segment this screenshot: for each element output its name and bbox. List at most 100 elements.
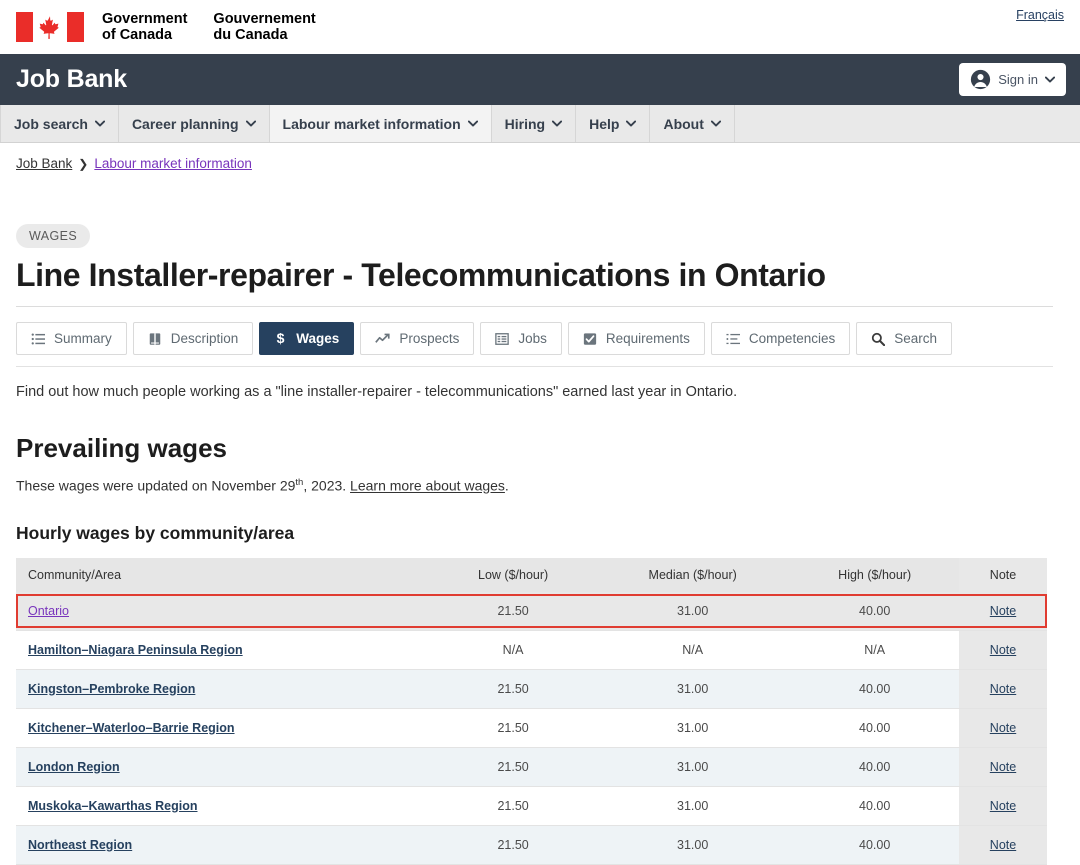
wages-updated-text: These wages were updated on November 29t…: [16, 477, 1064, 494]
nav-item-job-search[interactable]: Job search: [0, 105, 119, 142]
nav-label: Career planning: [131, 115, 239, 132]
section-tabs: Summary Description $ Wages Prospects Jo…: [16, 322, 1064, 355]
list-icon: [31, 332, 45, 345]
note-link[interactable]: Note: [990, 604, 1016, 618]
note-link[interactable]: Note: [990, 643, 1016, 657]
cell-median: 31.00: [595, 747, 791, 787]
area-link[interactable]: Ontario: [28, 604, 69, 618]
nav-label: Job search: [14, 115, 88, 132]
cell-high: 40.00: [790, 591, 959, 631]
cell-low: 21.50: [431, 591, 596, 631]
table-title-hourly-wages: Hourly wages by community/area: [16, 522, 295, 543]
cell-community-area: Kitchener–Waterloo–Barrie Region: [16, 708, 432, 748]
cell-community-area: Ontario: [16, 591, 432, 631]
cell-low: N/A: [431, 630, 596, 670]
note-link[interactable]: Note: [990, 838, 1016, 852]
note-link[interactable]: Note: [990, 799, 1016, 813]
note-link[interactable]: Note: [990, 682, 1016, 696]
column-header-note: Note: [959, 557, 1047, 592]
sign-in-button[interactable]: Sign in: [959, 63, 1066, 96]
government-of-canada-wordmark: Government of Canada Gouvernement du Can…: [102, 11, 342, 43]
updated-period: .: [504, 477, 509, 494]
area-link[interactable]: Northeast Region: [28, 838, 132, 852]
note-link[interactable]: Note: [990, 760, 1016, 774]
breadcrumb-current-link[interactable]: Labour market information: [94, 156, 252, 171]
area-link[interactable]: Kingston–Pembroke Region: [28, 682, 195, 696]
main-navigation: Job search Career planning Labour market…: [0, 105, 1080, 143]
table-row: Kitchener–Waterloo–Barrie Region 21.50 3…: [16, 708, 1047, 748]
tab-prospects[interactable]: Prospects: [360, 322, 475, 355]
table-body: Ontario 21.50 31.00 40.00 Note Hamilton–…: [16, 591, 1047, 865]
user-circle-icon: [971, 69, 991, 90]
tab-wages[interactable]: $ Wages: [259, 322, 355, 355]
tab-label: Competencies: [748, 331, 836, 346]
chevron-down-icon: [245, 120, 256, 127]
cell-high: 40.00: [790, 825, 959, 865]
chevron-down-icon: [467, 120, 478, 127]
breadcrumb-separator-icon: ❯: [78, 156, 89, 171]
chevron-down-icon: [710, 120, 721, 127]
cell-median: 31.00: [595, 786, 791, 826]
tab-requirements[interactable]: Requirements: [567, 322, 705, 355]
updated-prefix: These wages were updated on November 29: [16, 477, 296, 494]
table-row: London Region 21.50 31.00 40.00 Note: [16, 747, 1047, 787]
cell-note: Note: [959, 786, 1047, 826]
language-toggle-link[interactable]: Français: [1016, 8, 1064, 22]
ordered-list-icon: [726, 333, 740, 344]
tab-summary[interactable]: Summary: [16, 322, 127, 355]
nav-item-help[interactable]: Help: [576, 105, 651, 142]
table-row: Ontario 21.50 31.00 40.00 Note: [16, 591, 1047, 631]
title-divider: [16, 306, 1053, 307]
nav-label: About: [663, 115, 704, 132]
magnifier-icon: [872, 332, 886, 346]
area-link[interactable]: Muskoka–Kawarthas Region: [28, 799, 198, 813]
nav-item-about[interactable]: About: [650, 105, 735, 142]
table-row: Kingston–Pembroke Region 21.50 31.00 40.…: [16, 669, 1047, 709]
area-link[interactable]: Kitchener–Waterloo–Barrie Region: [28, 721, 235, 735]
wordmark-en-line1: Government: [102, 11, 188, 27]
tab-label: Summary: [54, 331, 112, 346]
column-header-high: High ($/hour): [790, 557, 959, 592]
tab-competencies[interactable]: Competencies: [710, 322, 851, 355]
tab-description[interactable]: Description: [132, 322, 254, 355]
tab-label: Search: [894, 331, 937, 346]
chevron-down-icon: [626, 120, 637, 127]
tab-label: Jobs: [518, 331, 547, 346]
cell-low: 21.50: [431, 708, 596, 748]
note-link[interactable]: Note: [990, 721, 1016, 735]
nav-label: Hiring: [504, 115, 546, 132]
nav-item-labour-market-information[interactable]: Labour market information: [269, 105, 492, 142]
wordmark-fr-line1: Gouvernement: [213, 11, 316, 27]
tab-search[interactable]: Search: [856, 322, 952, 355]
tab-label: Description: [170, 331, 239, 346]
section-title-prevailing-wages: Prevailing wages: [16, 433, 227, 463]
area-link[interactable]: London Region: [28, 760, 120, 774]
area-link[interactable]: Hamilton–Niagara Peninsula Region: [28, 643, 243, 657]
nav-item-career-planning[interactable]: Career planning: [119, 105, 270, 142]
table-list-icon: [495, 332, 510, 345]
table-row: Muskoka–Kawarthas Region 21.50 31.00 40.…: [16, 786, 1047, 826]
nav-item-hiring[interactable]: Hiring: [492, 105, 577, 142]
table-header-row: Community/Area Low ($/hour) Median ($/ho…: [16, 557, 1047, 592]
tab-jobs[interactable]: Jobs: [480, 322, 562, 355]
cell-low: 21.50: [431, 786, 596, 826]
column-header-low: Low ($/hour): [431, 557, 596, 592]
column-header-median: Median ($/hour): [595, 557, 791, 592]
table-header: Community/Area Low ($/hour) Median ($/ho…: [16, 557, 1047, 592]
tab-label: Prospects: [399, 331, 460, 346]
hourly-wages-table: Community/Area Low ($/hour) Median ($/ho…: [16, 557, 1047, 865]
wordmark-en-line2: of Canada: [102, 27, 173, 43]
table-row: Northeast Region 21.50 31.00 40.00 Note: [16, 825, 1047, 865]
learn-more-about-wages-link[interactable]: Learn more about wages: [350, 478, 505, 494]
government-of-canada-band: Government of Canada Gouvernement du Can…: [0, 0, 1080, 54]
cell-note: Note: [959, 825, 1047, 865]
breadcrumb-home-link[interactable]: Job Bank: [16, 156, 72, 171]
cell-median: 31.00: [595, 669, 791, 709]
cell-note: Note: [959, 708, 1047, 748]
site-header: Job Bank Sign in: [0, 54, 1080, 105]
table-row: Hamilton–Niagara Peninsula Region N/A N/…: [16, 630, 1047, 670]
wage-table-container: Community/Area Low ($/hour) Median ($/ho…: [16, 557, 1047, 865]
cell-high: 40.00: [790, 669, 959, 709]
cell-median: 31.00: [595, 708, 791, 748]
cell-median: 31.00: [595, 591, 791, 631]
